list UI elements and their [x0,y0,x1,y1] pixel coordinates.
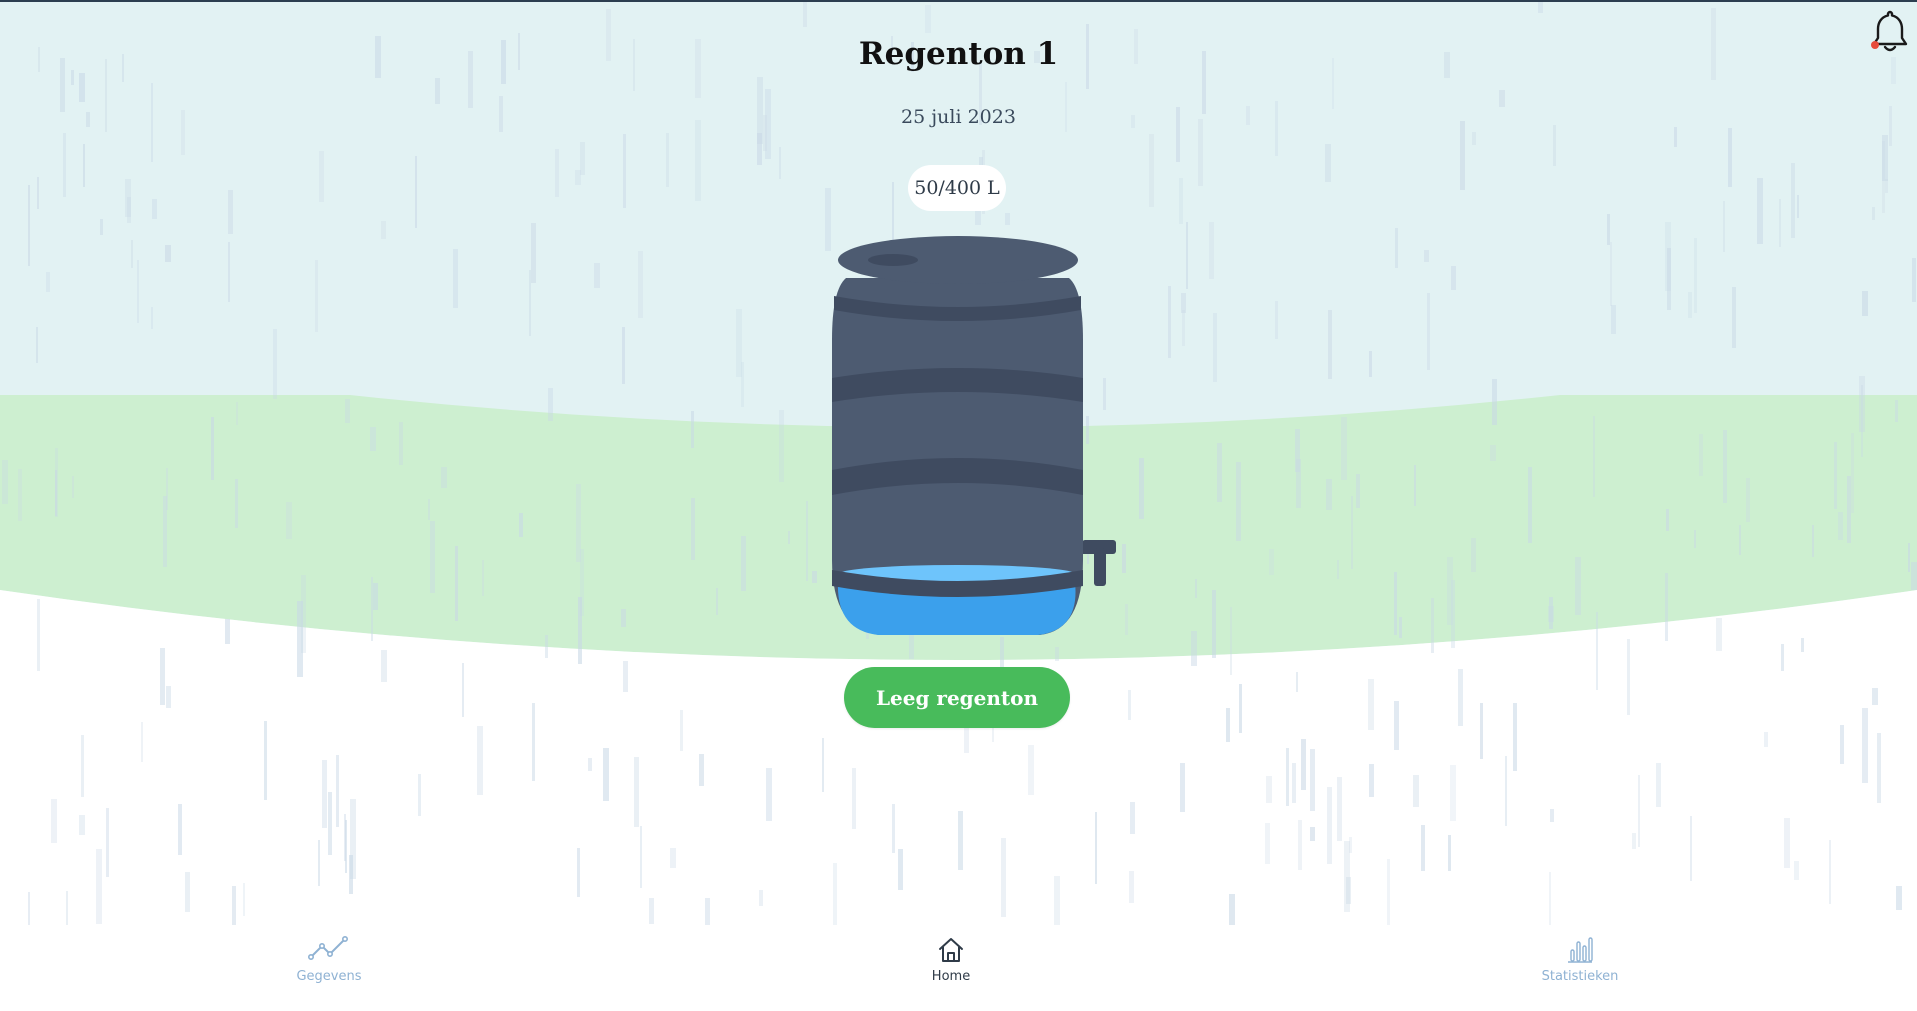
line-chart-icon [307,935,348,960]
faucet-icon [1080,540,1116,586]
rain-barrel [832,236,1116,635]
water-level-badge: 50/400 L [908,165,1006,211]
home-icon [939,938,963,962]
water-level-text: 50/400 L [914,177,1000,199]
nav-label-gegevens: Gegevens [296,969,362,984]
nav-label-statistieken: Statistieken [1541,969,1619,984]
page-title: Regenton 1 [858,36,1059,72]
empty-barrel-button[interactable]: Leeg regenton [844,667,1070,728]
nav-item-home[interactable]: Home [871,933,1031,997]
notification-dot [1871,41,1879,49]
notifications-button[interactable] [1869,8,1911,54]
bell-icon [1871,10,1908,52]
date-label: 25 juli 2023 [901,106,1016,128]
bar-chart-icon [1568,937,1593,963]
nav-item-statistieken[interactable]: Statistieken [1500,933,1660,997]
nav-label-home: Home [931,969,971,984]
barrel-lid-hole [868,254,918,266]
bottom-navigation: Gegevens Home Statistieken [0,929,1917,1011]
top-border-line [0,0,1917,2]
water-fill [837,565,1076,635]
nav-item-gegevens[interactable]: Gegevens [249,933,409,997]
